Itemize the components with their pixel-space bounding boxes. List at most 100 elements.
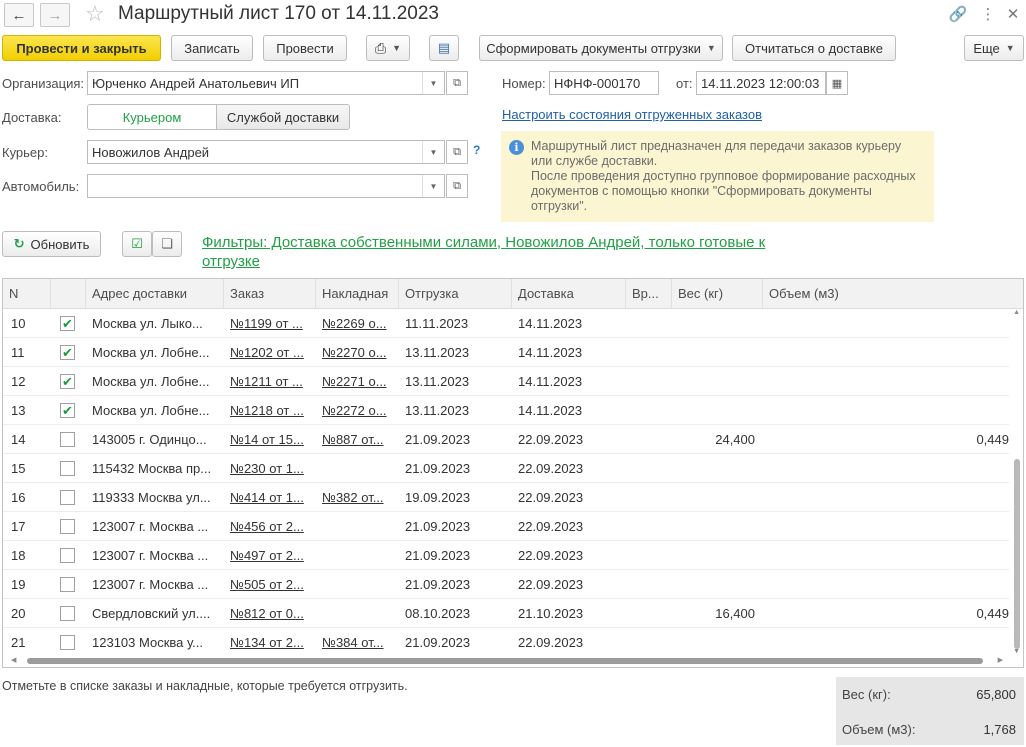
row-checkbox[interactable] [60,606,75,621]
column-header[interactable]: Отгрузка [399,279,512,309]
generate-docs-button[interactable]: Сформировать документы отгрузки ▼ [479,35,723,61]
cell-order[interactable]: №1202 от ... [230,338,314,367]
cell-order[interactable]: №14 от 15... [230,425,314,454]
table-row[interactable]: 17 123007 г. Москва ... №456 от 2... 21.09.… [3,512,1009,541]
scroll-down-icon[interactable]: ▼ [1013,648,1020,655]
chevron-down-icon[interactable]: ▼ [422,175,444,197]
row-checkbox[interactable]: ✔ [60,403,75,418]
cell-order[interactable]: №497 от 2... [230,541,314,570]
scroll-up-icon[interactable]: ▲ [1013,309,1020,316]
cell-invoice[interactable]: №382 от... [322,483,397,512]
cell-order[interactable]: №1211 от ... [230,367,314,396]
chevron-down-icon[interactable]: ▼ [422,141,444,163]
cell-invoice[interactable]: №2270 о... [322,338,397,367]
cell-order[interactable]: №1218 от ... [230,396,314,425]
more-vertical-icon[interactable]: ⋮ [978,4,998,24]
column-header[interactable]: Заказ [224,279,316,309]
close-icon[interactable]: ✕ [1003,4,1023,24]
row-checkbox[interactable] [60,432,75,447]
org-field[interactable]: Юрченко Андрей Анатольевич ИП ▼ [87,71,445,95]
table-row[interactable]: 20 Свердловский ул.... №812 от 0... 08.10.2… [3,599,1009,628]
cell-order[interactable]: №414 от 1... [230,483,314,512]
save-button[interactable]: Записать [171,35,253,61]
row-checkbox[interactable]: ✔ [60,316,75,331]
table-row[interactable]: 10 Москва ул. Лыко... №1199 от ... №2269 о.… [3,309,1009,338]
refresh-button[interactable]: ↻ Обновить [2,231,101,257]
row-checkbox[interactable] [60,548,75,563]
scroll-right-icon[interactable]: ▶ [998,656,1003,664]
check-all-button[interactable]: ☑ [122,231,152,257]
row-checkbox[interactable] [60,635,75,650]
help-icon[interactable]: ? [473,143,480,157]
column-header[interactable]: Объем (м3) [763,279,1023,309]
table-row[interactable]: 16 119333 Москва ул... №414 от 1... №382 от… [3,483,1009,512]
cell-invoice[interactable]: №2272 о... [322,396,397,425]
number-field[interactable]: НФНФ-000170 [549,71,659,95]
cell-order[interactable]: №1199 от ... [230,309,314,338]
cell-order[interactable]: №812 от 0... [230,599,314,628]
cell-invoice[interactable] [322,454,397,483]
scroll-left-icon[interactable]: ◀ [11,656,16,664]
link-icon[interactable]: 🔗 [948,4,968,24]
cell-order[interactable]: №505 от 2... [230,570,314,599]
cell-invoice[interactable] [322,599,397,628]
cell-invoice[interactable]: №887 от... [322,425,397,454]
row-checkbox[interactable]: ✔ [60,374,75,389]
open-icon[interactable]: ⧉ [446,140,468,164]
vertical-scrollbar[interactable]: ▲ ▼ [1009,309,1023,655]
table-row[interactable]: 14 143005 г. Одинцо... №14 от 15... №887 от… [3,425,1009,454]
open-icon[interactable]: ⧉ [446,71,468,95]
post-button[interactable]: Провести [263,35,347,61]
open-icon[interactable]: ⧉ [446,174,468,198]
table-row[interactable]: 21 123103 Москва у... №134 от 2... №384 от.… [3,628,1009,657]
star-icon[interactable]: ☆ [85,1,105,27]
cell-order[interactable]: №456 от 2... [230,512,314,541]
cell-invoice[interactable]: №384 от... [322,628,397,657]
cell-invoice[interactable]: №2271 о... [322,367,397,396]
uncheck-all-button[interactable]: ❏ [152,231,182,257]
horizontal-scrollbar[interactable]: ◀ ▶ [3,655,1023,667]
delivery-service-option[interactable]: Службой доставки [216,104,350,130]
cell-order[interactable]: №230 от 1... [230,454,314,483]
cell-invoice[interactable] [322,570,397,599]
table-row[interactable]: 12 Москва ул. Лобне... №1211 от ... №2271 о… [3,367,1009,396]
back-button[interactable]: ← [4,3,34,27]
horizontal-scroll-thumb[interactable] [27,658,983,664]
row-checkbox[interactable] [60,519,75,534]
cell-invoice[interactable] [322,512,397,541]
vertical-scroll-thumb[interactable] [1014,459,1020,649]
table-row[interactable]: 18 123007 г. Москва ... №497 от 2... 21.09.… [3,541,1009,570]
forward-button[interactable]: → [40,3,70,27]
car-field[interactable]: ▼ [87,174,445,198]
cell-invoice[interactable] [322,541,397,570]
table-row[interactable]: 13 Москва ул. Лобне... №1218 от ... №2272 о… [3,396,1009,425]
chevron-down-icon[interactable]: ▼ [422,72,444,94]
column-header[interactable] [51,279,86,309]
row-checkbox[interactable]: ✔ [60,345,75,360]
cell-order[interactable]: №134 от 2... [230,628,314,657]
orders-table[interactable]: N Адрес доставки Заказ Накладная Отгрузк… [2,278,1024,668]
courier-field[interactable]: Новожилов Андрей ▼ [87,140,445,164]
print-button[interactable]: ⎙ ▼ [366,35,410,61]
column-header[interactable]: N [3,279,51,309]
configure-states-link[interactable]: Настроить состояния отгруженных заказов [502,107,762,122]
row-checkbox[interactable] [60,577,75,592]
table-row[interactable]: 19 123007 г. Москва ... №505 от 2... 21.09.… [3,570,1009,599]
column-header[interactable]: Вес (кг) [672,279,763,309]
column-header[interactable]: Адрес доставки [86,279,224,309]
filters-link[interactable]: Фильтры: Доставка собственными силами, Н… [202,233,822,271]
post-and-close-button[interactable]: Провести и закрыть [2,35,161,61]
report-delivery-button[interactable]: Отчитаться о доставке [732,35,896,61]
column-header[interactable]: Вр... [626,279,672,309]
row-checkbox[interactable] [60,490,75,505]
cell-invoice[interactable]: №2269 о... [322,309,397,338]
row-checkbox[interactable] [60,461,75,476]
structure-button[interactable]: ▤ [429,35,459,61]
date-field[interactable]: 14.11.2023 12:00:03 [696,71,826,95]
table-row[interactable]: 11 Москва ул. Лобне... №1202 от ... №2270 о… [3,338,1009,367]
calendar-icon[interactable]: ▦ [826,71,848,95]
delivery-courier-option[interactable]: Курьером [87,104,217,130]
column-header[interactable]: Накладная [316,279,399,309]
column-header[interactable]: Доставка [512,279,626,309]
table-row[interactable]: 15 115432 Москва пр... №230 от 1... 21.09.2… [3,454,1009,483]
